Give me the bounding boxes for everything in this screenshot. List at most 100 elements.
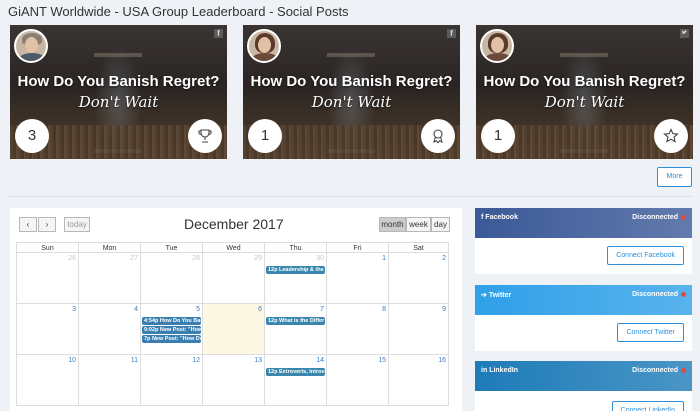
post-tagline: Don't Wait: [544, 93, 625, 111]
calendar-day-cell[interactable]: 12: [140, 355, 202, 406]
weekday-label: Tue: [140, 242, 202, 253]
day-number[interactable]: 29: [254, 255, 262, 262]
calendar-day-cell[interactable]: 5 4:54p How Do You Bani 9:02p New Post: "H…: [140, 304, 202, 355]
calendar-day-cell[interactable]: 3: [16, 304, 78, 355]
ribbon-medal-icon: [421, 119, 455, 153]
day-number[interactable]: 9: [442, 306, 446, 313]
social-name: LinkedIn: [489, 367, 518, 374]
connect-button[interactable]: Connect Twitter: [617, 323, 684, 342]
day-number[interactable]: 8: [382, 306, 386, 313]
calendar-day-cell[interactable]: 1: [326, 253, 388, 304]
calendar-day-cell[interactable]: 28: [140, 253, 202, 304]
day-number[interactable]: 12: [192, 357, 200, 364]
post-count: 1: [481, 119, 515, 153]
day-number[interactable]: 15: [378, 357, 386, 364]
day-view-button[interactable]: day: [431, 217, 450, 232]
calendar-day-cell[interactable]: 15: [326, 355, 388, 406]
social-account-panel: ➔ Twitter Disconnected Connect Twitter: [475, 285, 692, 351]
day-number[interactable]: 26: [68, 255, 76, 262]
calendar-day-cell[interactable]: 27: [78, 253, 140, 304]
day-number[interactable]: 16: [438, 357, 446, 364]
connection-status: Disconnected: [632, 214, 678, 221]
day-number[interactable]: 11: [131, 357, 138, 364]
calendar-day-cell[interactable]: 10: [16, 355, 78, 406]
calendar-event[interactable]: 7p New Post: "How Do: [142, 335, 201, 343]
day-number[interactable]: 1: [382, 255, 386, 262]
social-name-wrap: f Facebook: [481, 214, 518, 221]
status-dot: [681, 368, 686, 373]
calendar-day-cell[interactable]: 13: [202, 355, 264, 406]
weekday-label: Sun: [16, 242, 78, 253]
status-dot: [681, 292, 686, 297]
connect-button[interactable]: Connect Facebook: [607, 246, 684, 265]
social-name: Facebook: [485, 214, 518, 221]
next-month-button[interactable]: ›: [38, 217, 56, 232]
weekday-label: Fri: [326, 242, 388, 253]
calendar-day-cell[interactable]: 14 12p Extroverts, Introve: [264, 355, 326, 406]
post-headline: How Do You Banish Regret?: [250, 73, 453, 90]
calendar-event[interactable]: 12p What is the Differ: [266, 317, 325, 325]
calendar-day-cell[interactable]: 8: [326, 304, 388, 355]
day-number[interactable]: 14: [316, 357, 324, 364]
facebook-icon: f: [214, 29, 223, 38]
social-name: Twitter: [488, 292, 512, 299]
post-headline: How Do You Banish Regret?: [17, 73, 220, 90]
connection-status: Disconnected: [632, 367, 678, 374]
today-button[interactable]: today: [64, 217, 90, 232]
social-account-panel: in LinkedIn Disconnected Connect LinkedIn: [475, 361, 692, 411]
prev-month-button[interactable]: ‹: [19, 217, 37, 232]
avatar: [247, 29, 281, 63]
calendar-day-cell[interactable]: 6: [202, 304, 264, 355]
post-card[interactable]: f How Do You Banish Regret? Don't Wait 3: [10, 25, 227, 159]
calendar-day-cell[interactable]: 11: [78, 355, 140, 406]
day-number[interactable]: 3: [72, 306, 76, 313]
day-number[interactable]: 30: [316, 255, 324, 262]
twitter-icon: [680, 29, 689, 38]
post-card[interactable]: f How Do You Banish Regret? Don't Wait 1: [243, 25, 460, 159]
day-number[interactable]: 27: [130, 255, 138, 262]
calendar-day-cell[interactable]: 7 12p What is the Differ: [264, 304, 326, 355]
day-number[interactable]: 6: [258, 306, 262, 313]
calendar-day-cell[interactable]: 16: [388, 355, 449, 406]
calendar-day-cell[interactable]: 26: [16, 253, 78, 304]
social-post-cards: f How Do You Banish Regret? Don't Wait 3 f Ho…: [10, 25, 694, 159]
weekday-header: Sun Mon Tue Wed Thu Fri Sat: [16, 242, 449, 253]
facebook-icon: f: [481, 214, 484, 221]
connection-status: Disconnected: [632, 291, 678, 298]
social-header: ➔ Twitter Disconnected: [475, 285, 692, 315]
day-number[interactable]: 28: [192, 255, 200, 262]
weekday-label: Sat: [388, 242, 449, 253]
calendar-panel: ‹ › today December 2017 month week day S…: [10, 208, 462, 411]
post-count: 1: [248, 119, 282, 153]
status-dot: [681, 215, 686, 220]
month-view-button[interactable]: month: [379, 217, 406, 232]
day-number[interactable]: 13: [254, 357, 262, 364]
day-number[interactable]: 10: [68, 357, 76, 364]
post-card[interactable]: How Do You Banish Regret? Don't Wait 1: [476, 25, 693, 159]
calendar-day-cell[interactable]: 30 12p Leadership & the P: [264, 253, 326, 304]
post-tagline: Don't Wait: [78, 93, 159, 111]
calendar-event[interactable]: 12p Extroverts, Introve: [266, 368, 325, 376]
calendar-event[interactable]: 4:54p How Do You Bani: [142, 317, 201, 325]
calendar-title: December 2017: [184, 216, 284, 232]
calendar-event[interactable]: 12p Leadership & the P: [266, 266, 325, 274]
day-number[interactable]: 4: [134, 306, 138, 313]
calendar-day-cell[interactable]: 29: [202, 253, 264, 304]
trophy-icon: [188, 119, 222, 153]
chevron-right-icon: ›: [45, 220, 49, 229]
day-number[interactable]: 2: [442, 255, 446, 262]
post-headline: How Do You Banish Regret?: [483, 73, 686, 90]
connect-button[interactable]: Connect LinkedIn: [611, 401, 684, 411]
twitter-icon: ➔: [481, 292, 487, 299]
calendar-day-cell[interactable]: 4: [78, 304, 140, 355]
week-view-button[interactable]: week: [406, 217, 431, 232]
facebook-icon: f: [447, 29, 456, 38]
calendar-event[interactable]: 9:02p New Post: "How: [142, 326, 201, 334]
day-number[interactable]: 5: [196, 306, 200, 313]
social-name-wrap: in LinkedIn: [481, 367, 518, 374]
day-number[interactable]: 7: [320, 306, 324, 313]
calendar-day-cell[interactable]: 9: [388, 304, 449, 355]
avatar: [480, 29, 514, 63]
more-button[interactable]: More: [657, 167, 692, 187]
calendar-day-cell[interactable]: 2: [388, 253, 449, 304]
